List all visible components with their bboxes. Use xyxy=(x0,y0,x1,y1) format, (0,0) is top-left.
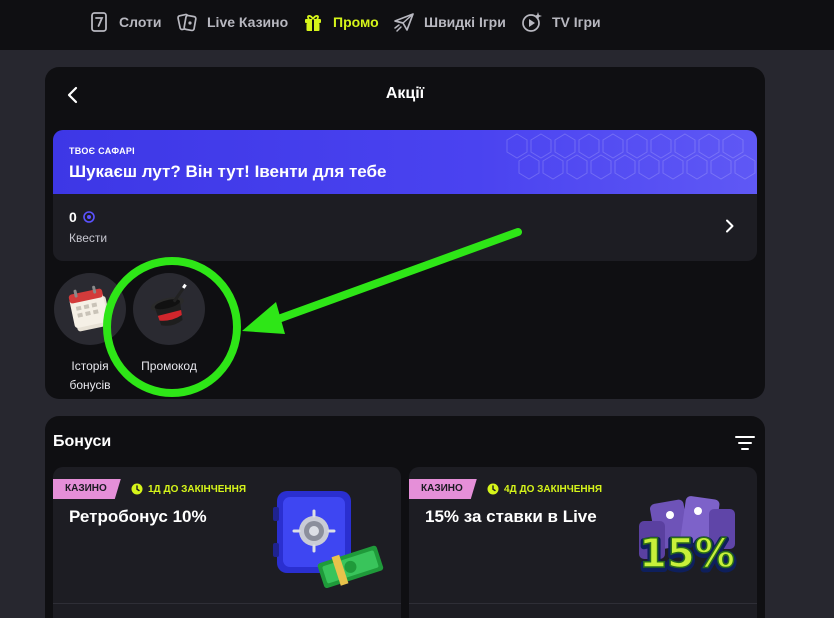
expiry-timer: 4Д ДО ЗАКІНЧЕННЯ xyxy=(487,481,602,497)
paper-plane-icon xyxy=(394,13,414,32)
nav-label: TV Ігри xyxy=(552,14,601,30)
calendar-icon xyxy=(68,285,111,332)
nav-item-slots[interactable]: Слоти xyxy=(88,11,162,33)
quest-count-value: 0 xyxy=(69,209,77,225)
nav-label: Швидкі Ігри xyxy=(424,14,506,30)
safari-kicker: ТВОЄ САФАРІ xyxy=(69,146,135,156)
promotions-panel: Акції ТВОЄ САФАРІ Шукаєш лут? Він тут! І… xyxy=(45,67,765,399)
page-title: Акції xyxy=(385,85,425,102)
nav-item-live-casino[interactable]: Live Казино xyxy=(176,11,288,33)
category-tag: КАЗИНО xyxy=(53,479,121,499)
magic-hat-icon xyxy=(150,283,187,326)
bonus-history-tile-icon xyxy=(54,273,126,345)
nav-item-fast-games[interactable]: Швидкі Ігри xyxy=(393,11,506,33)
clock-icon xyxy=(131,483,143,495)
card-divider xyxy=(409,603,757,604)
expiry-timer: 1Д ДО ЗАКІНЧЕННЯ xyxy=(131,481,246,497)
expiry-text: 1Д ДО ЗАКІНЧЕННЯ xyxy=(148,483,247,495)
nav-item-promo[interactable]: Промо xyxy=(302,11,379,33)
chevron-right-icon[interactable] xyxy=(723,219,737,233)
promo-code-label: Промокод xyxy=(124,357,214,376)
clock-icon xyxy=(487,483,499,495)
tv-games-icon xyxy=(522,12,542,32)
tile-label-line: бонусів xyxy=(69,378,111,392)
nav-label: Промо xyxy=(333,14,379,30)
quest-label: Квести xyxy=(69,231,108,245)
bonus-history-label: Історія бонусів xyxy=(45,357,135,395)
safari-heading: Шукаєш лут? Він тут! Івенти для тебе xyxy=(69,162,387,181)
bonus-history-tile[interactable]: Історія бонусів xyxy=(45,273,135,395)
promo-code-tile[interactable]: Промокод xyxy=(124,273,214,376)
expiry-text: 4Д ДО ЗАКІНЧЕННЯ xyxy=(504,483,603,495)
safari-banner-header: ТВОЄ САФАРІ Шукаєш лут? Він тут! Івенти … xyxy=(53,130,757,194)
promo-code-tile-icon xyxy=(133,273,205,345)
fifteen-percent-cards-icon: 15% 15% xyxy=(636,496,738,582)
bonus-card-title: 15% за ставки в Live xyxy=(425,507,597,526)
filter-icon[interactable] xyxy=(735,434,755,452)
category-tag: КАЗИНО xyxy=(409,479,477,499)
safari-banner[interactable]: ТВОЄ САФАРІ Шукаєш лут? Він тут! Івенти … xyxy=(53,130,757,261)
slot-seven-icon xyxy=(91,12,107,32)
playing-cards-icon xyxy=(177,13,197,32)
card-divider xyxy=(53,603,401,604)
safe-with-cash-icon xyxy=(273,491,384,589)
nav-label: Live Казино xyxy=(207,14,289,30)
tile-label-line: Історія xyxy=(71,359,109,373)
gift-icon xyxy=(305,15,321,31)
bonus-card-live-bets[interactable]: КАЗИНО 4Д ДО ЗАКІНЧЕННЯ 15% за ставки в … xyxy=(409,467,757,618)
bonus-card-title: Ретробонус 10% xyxy=(69,507,207,526)
bonuses-panel: Бонуси КАЗИНО 1Д ДО ЗАКІНЧЕННЯ Ретробону… xyxy=(45,416,765,618)
fifteen-percent-art-text: 15% xyxy=(639,531,735,577)
nav-item-tv-games[interactable]: TV Ігри xyxy=(521,11,601,33)
top-navigation: Слоти Live Казино Промо Швидкі Ігри TV І… xyxy=(0,0,834,50)
section-title: Бонуси xyxy=(53,433,112,450)
bonus-card-retrobonus[interactable]: КАЗИНО 1Д ДО ЗАКІНЧЕННЯ Ретробонус 10% xyxy=(53,467,401,618)
nav-label: Слоти xyxy=(119,14,162,30)
tile-label-line: Промокод xyxy=(141,359,197,373)
hex-pattern-icon xyxy=(506,133,756,180)
target-coin-icon xyxy=(82,211,95,223)
quest-count: 0 xyxy=(69,209,95,225)
